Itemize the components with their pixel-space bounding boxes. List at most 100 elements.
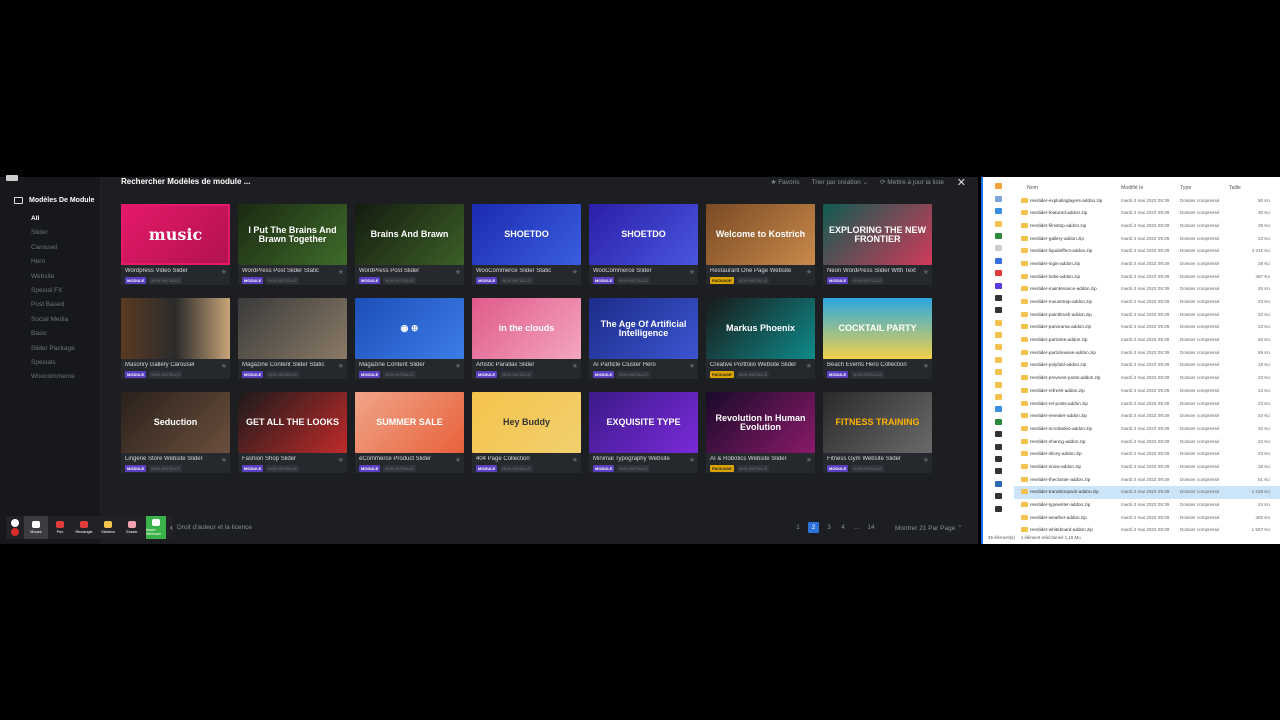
file-row[interactable]: revslider-thecluster-addon.zip mardi 2 ma…	[1014, 473, 1280, 486]
template-thumbnail[interactable]	[121, 298, 230, 359]
nav-folder-icon[interactable]	[994, 220, 1002, 227]
template-card[interactable]: EXPLORING THE NEW FRONTIER Neon WordPress…	[823, 204, 932, 298]
nav-folder-icon[interactable]	[994, 381, 1002, 388]
nav-folder-icon[interactable]	[994, 406, 1002, 413]
template-thumbnail[interactable]: COCKTAIL PARTY	[823, 298, 932, 359]
page-link[interactable]: 4	[839, 524, 847, 531]
category-item[interactable]: Slider Package	[31, 342, 75, 356]
file-row[interactable]: revslider-transitionpack-addon.zip mardi …	[1014, 485, 1280, 499]
star-icon[interactable]: ★	[806, 362, 812, 370]
nav-folder-icon[interactable]	[994, 319, 1002, 326]
star-icon[interactable]: ★	[572, 456, 578, 464]
nav-folder-icon[interactable]	[994, 455, 1002, 462]
template-thumbnail[interactable]: I Put The Brains And Brawn Together	[238, 204, 347, 265]
page-link[interactable]: ...	[853, 524, 861, 531]
star-icon[interactable]: ★	[455, 268, 461, 276]
template-thumbnail[interactable]: The Age Of Artificial Intelligence	[589, 298, 698, 359]
file-row[interactable]: revslider-filmstrip-addon.zip mardi 2 mai…	[1014, 219, 1280, 232]
template-card[interactable]: ◉ ⊕ Magazine Content Slider ★ MODULE NON INS…	[355, 298, 464, 392]
nav-folder-icon[interactable]	[994, 480, 1002, 487]
template-card[interactable]: I Put The Brains And Brawn Together WordP…	[238, 204, 347, 298]
nav-folder-icon[interactable]	[994, 369, 1002, 376]
nav-folder-icon[interactable]	[994, 307, 1002, 314]
star-icon[interactable]: ★	[338, 362, 344, 370]
category-item[interactable]: Woocommerce	[31, 370, 75, 384]
template-thumbnail[interactable]: in the clouds	[472, 298, 581, 359]
nav-folder-icon[interactable]	[994, 356, 1002, 363]
file-row[interactable]: revslider-revealer-addon.zip mardi 2 mai …	[1014, 410, 1280, 423]
file-row[interactable]: revslider-featured-addon.zip mardi 2 mai …	[1014, 207, 1280, 220]
nav-folder-icon[interactable]	[994, 468, 1002, 475]
template-thumbnail[interactable]: music	[121, 204, 230, 265]
template-thumbnail[interactable]: EXQUISITE TYPE	[589, 392, 698, 453]
stop-icon[interactable]	[11, 528, 19, 537]
template-card[interactable]: Markus Phoenix Creative Portfolio Website…	[706, 298, 815, 392]
search-input[interactable]: Rechercher Modèles de module ...	[121, 177, 250, 186]
file-row[interactable]: revslider-sharing-addon.zip mardi 2 mai 2…	[1014, 435, 1280, 448]
file-row[interactable]: revslider-particlewave-addon.zip mardi 2 …	[1014, 346, 1280, 359]
sort-dropdown[interactable]: Trier par création ⌄	[812, 178, 869, 186]
template-thumbnail[interactable]	[238, 298, 347, 359]
star-icon[interactable]: ★	[806, 456, 812, 464]
star-icon[interactable]: ★	[455, 362, 461, 370]
template-card[interactable]: SUMMER SALE eCommerce Product Slider ★ MODU…	[355, 392, 464, 486]
star-icon[interactable]: ★	[221, 268, 227, 276]
template-card[interactable]: COCKTAIL PARTY Beach Events Hero Collecti…	[823, 298, 932, 392]
category-item[interactable]: Hero	[31, 255, 75, 269]
file-row[interactable]: revslider-weather-addon.zip mardi 2 mai 2…	[1014, 511, 1280, 524]
template-card[interactable]: FITNESS TRAINING Fitness Gym Website Slid…	[823, 392, 932, 486]
file-row[interactable]: revslider-explodinglayers-addon.zip mardi…	[1014, 194, 1280, 207]
recorder-tool-mouse[interactable]: Mouse	[24, 516, 48, 539]
file-row[interactable]: revslider-particles-addon.zip mardi 2 mai…	[1014, 334, 1280, 347]
star-icon[interactable]: ★	[221, 362, 227, 370]
recorder-tool-insert-webcam[interactable]: Insert Webcam	[146, 516, 166, 539]
template-card[interactable]: EXQUISITE TYPE Minimal Typography Website…	[589, 392, 698, 486]
template-card[interactable]: SHOETDO WooCommerce Slider Static ★ MODULE N…	[472, 204, 581, 298]
template-thumbnail[interactable]: Markus Phoenix	[706, 298, 815, 359]
nav-folder-icon[interactable]	[994, 344, 1002, 351]
nav-folder-icon[interactable]	[994, 332, 1002, 339]
template-card[interactable]: Seduction Lingerie Store Website Slider ★ M…	[121, 392, 230, 486]
file-row[interactable]: revslider-maintenance-addon.zip mardi 2 m…	[1014, 283, 1280, 296]
page-link[interactable]: 14	[867, 524, 875, 531]
nav-folder-icon[interactable]	[994, 208, 1002, 215]
nav-folder-icon[interactable]	[994, 431, 1002, 438]
file-row[interactable]: revslider-paintbrush-addon.zip mardi 2 ma…	[1014, 308, 1280, 321]
template-card[interactable]: SHOETDO WooCommerce Slider ★ MODULE NON INST…	[589, 204, 698, 298]
star-icon[interactable]: ★	[338, 456, 344, 464]
star-icon[interactable]: ★	[689, 268, 695, 276]
nav-folder-icon[interactable]	[994, 294, 1002, 301]
per-page-select[interactable]: Montrer 21 Par Page ⌃	[895, 524, 963, 532]
template-thumbnail[interactable]: Brains And Brawn	[355, 204, 464, 265]
star-icon[interactable]: ★	[221, 456, 227, 464]
recorder-tool-stickers[interactable]: Stickers	[96, 516, 120, 539]
template-thumbnail[interactable]: ◉ ⊕	[355, 298, 464, 359]
file-row[interactable]: revslider-rel-posts-addon.zip mardi 2 mai…	[1014, 397, 1280, 410]
star-icon[interactable]: ★	[923, 456, 929, 464]
template-thumbnail[interactable]: SHOETDO	[589, 204, 698, 265]
recorder-tool-rectangle[interactable]: Rectangle	[72, 516, 96, 539]
collapse-toolbar-icon[interactable]: ‹	[166, 516, 173, 539]
nav-folder-icon[interactable]	[994, 232, 1002, 239]
column-type[interactable]: Type	[1180, 185, 1191, 191]
page-link[interactable]: 3	[825, 524, 833, 531]
license-link[interactable]: Droit d'auteur et la licence	[177, 524, 252, 531]
template-card[interactable]: Welcome to Kostrich Restaurant One Page W…	[706, 204, 815, 298]
category-item[interactable]: Specials	[31, 356, 75, 370]
file-row[interactable]: revslider-typewriter-addon.zip mardi 2 ma…	[1014, 499, 1280, 512]
file-row[interactable]: revslider-polyfold-addon.zip mardi 2 mai …	[1014, 359, 1280, 372]
file-row[interactable]: revslider-liquideffect-addon.zip mardi 2 …	[1014, 245, 1280, 258]
star-icon[interactable]: ★	[338, 268, 344, 276]
update-list-button[interactable]: ⟳ Mettre à jour la liste	[880, 178, 944, 186]
category-item[interactable]: Special FX	[31, 284, 75, 298]
category-item[interactable]: All	[31, 212, 75, 226]
star-icon[interactable]: ★	[923, 362, 929, 370]
file-row[interactable]: revslider-refresh-addon.zip mardi 2 mai 2…	[1014, 384, 1280, 397]
star-icon[interactable]: ★	[689, 456, 695, 464]
nav-folder-icon[interactable]	[994, 282, 1002, 289]
template-thumbnail[interactable]: Welcome to Kostrich	[706, 204, 815, 265]
file-row[interactable]: revslider-lottie-addon.zip mardi 2 mai 20…	[1014, 270, 1280, 283]
category-item[interactable]: Carousel	[31, 241, 75, 255]
star-icon[interactable]: ★	[923, 268, 929, 276]
file-row[interactable]: revslider-gallery-addon.zip mardi 2 mai 2…	[1014, 232, 1280, 245]
